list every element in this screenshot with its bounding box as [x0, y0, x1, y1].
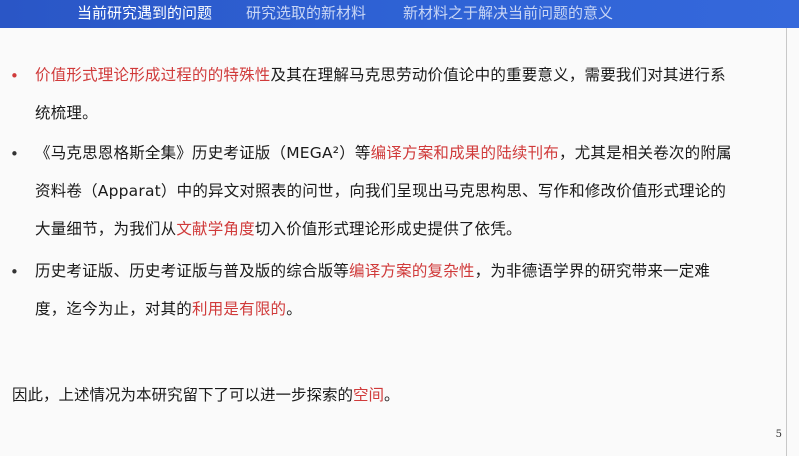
paragraph-text: 。	[384, 386, 400, 404]
bullet-paragraph-2: 《马克思恩格斯全集》历史考证版（MEGA²）等编译方案和成果的陆续刊布，尤其是相…	[35, 134, 735, 248]
paragraph-text: 切入价值形式理论形成史提供了依凭。	[254, 220, 522, 238]
slide-edge-divider	[786, 28, 787, 456]
highlighted-phrase: 价值形式理论形成过程的的特殊性	[35, 66, 271, 84]
page-number: 5	[775, 429, 782, 440]
paragraph-text: 。	[286, 300, 302, 318]
bullet-marker: •	[10, 145, 19, 163]
bullet-marker: •	[10, 263, 19, 281]
tab-current-problems[interactable]: 当前研究遇到的问题	[77, 3, 212, 23]
tab-new-materials[interactable]: 研究选取的新材料	[246, 3, 366, 23]
highlighted-phrase: 空间	[353, 386, 385, 404]
bullet-marker: •	[10, 67, 19, 85]
paragraph-text: 因此，上述情况为本研究留下了可以进一步探索的	[12, 386, 354, 404]
highlighted-phrase: 利用是有限的	[192, 300, 287, 318]
paragraph-text: 历史考证版、历史考证版与普及版的综合版等	[35, 262, 350, 280]
highlighted-phrase: 文献学角度	[176, 220, 255, 238]
section-tab-bar: 当前研究遇到的问题 研究选取的新材料 新材料之于解决当前问题的意义	[0, 0, 799, 28]
tab-significance[interactable]: 新材料之于解决当前问题的意义	[403, 3, 613, 23]
highlighted-phrase: 编译方案和成果的陆续刊布	[370, 144, 560, 162]
paragraph-text: 《马克思恩格斯全集》历史考证版（MEGA²）等	[35, 144, 371, 162]
highlighted-phrase: 编译方案的复杂性	[349, 262, 475, 280]
conclusion-paragraph: 因此，上述情况为本研究留下了可以进一步探索的空间。	[12, 376, 400, 414]
bullet-paragraph-3: 历史考证版、历史考证版与普及版的综合版等编译方案的复杂性，为非德语学界的研究带来…	[35, 252, 735, 328]
bullet-paragraph-1: 价值形式理论形成过程的的特殊性及其在理解马克思劳动价值论中的重要意义，需要我们对…	[35, 56, 735, 132]
